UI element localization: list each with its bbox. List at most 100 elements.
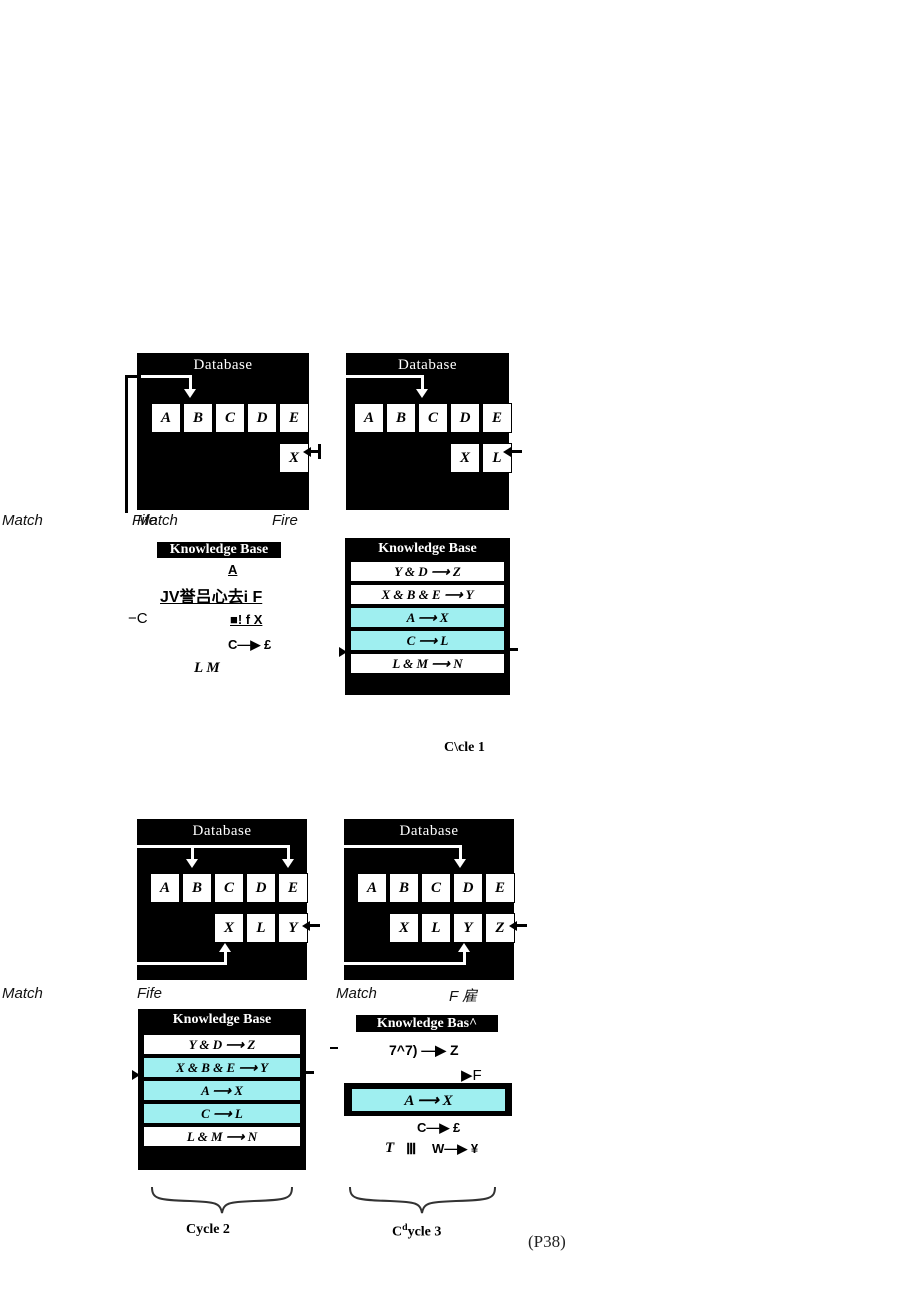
panel1-fire-stub bbox=[318, 444, 321, 459]
panel1-arrow-head-down bbox=[184, 389, 196, 398]
panel4-database: Database A B C D E X L Y Z bbox=[344, 819, 515, 980]
panel1-kb-line5: L M bbox=[194, 660, 220, 676]
cycle-3-caption: Cdycle 3 bbox=[392, 1222, 441, 1241]
panel1-feedback-line-v bbox=[125, 375, 128, 513]
panel2-rule-3: A ⟶ X bbox=[350, 607, 505, 628]
panel4-cell-e: E bbox=[485, 873, 515, 903]
panel1-kb-line3: ■! f X bbox=[230, 612, 263, 627]
panel2-kb-arrow-out bbox=[510, 648, 518, 651]
panel1-cell-d: D bbox=[247, 403, 277, 433]
panel1-label-fire-overlap: Fife bbox=[132, 512, 158, 529]
panel4-kb-highlighted-rule: A ⟶ X bbox=[351, 1088, 506, 1112]
panel3-bottom-line-v bbox=[224, 952, 227, 965]
panel4-database-title: Database bbox=[399, 823, 459, 839]
panel2-kb-title: Knowledge Base bbox=[378, 541, 477, 556]
panel1-kb-stray-left: −C bbox=[128, 610, 148, 627]
panel1-database: Database A B C D E X bbox=[137, 353, 309, 510]
panel4-kb-line4: C—▶ £ bbox=[417, 1120, 461, 1135]
panel2-cell-a: A bbox=[354, 403, 384, 433]
panel2-rule-1: Y & D ⟶ Z bbox=[350, 561, 505, 582]
panel1-cell-c: C bbox=[215, 403, 245, 433]
panel2-rule-2: X & B & E ⟶ Y bbox=[350, 584, 505, 605]
panel4-top-line-h bbox=[344, 845, 462, 848]
panel4-cell-c: C bbox=[421, 873, 451, 903]
panel3-rule-1: Y & D ⟶ Z bbox=[143, 1034, 301, 1055]
panel3-arrow-head-up-x bbox=[219, 943, 231, 952]
panel1-cell-e: E bbox=[279, 403, 309, 433]
panel2-rule-4: C ⟶ L bbox=[350, 630, 505, 651]
panel2-knowledge-base: Knowledge Base Y & D ⟶ Z X & B & E ⟶ Y A… bbox=[345, 538, 510, 695]
panel1-label-fire: Fire bbox=[272, 512, 298, 529]
cycle-2-caption: Cycle 2 bbox=[186, 1222, 230, 1237]
panel3-cell-l: L bbox=[246, 913, 276, 943]
panel3-database: Database A B C D E X L Y bbox=[137, 819, 308, 980]
panel3-rule-5: L & M ⟶ N bbox=[143, 1126, 301, 1147]
panel4-kb-line5-c: W—▶ ¥ bbox=[432, 1141, 479, 1156]
panel3-rule-3: A ⟶ X bbox=[143, 1080, 301, 1101]
panel2-database: Database A B C D E X L bbox=[346, 353, 512, 510]
panel3-arrow-head-down-e bbox=[282, 859, 294, 868]
cycle-3-prefix: C bbox=[392, 1224, 403, 1240]
panel3-cell-d: D bbox=[246, 873, 276, 903]
panel1-kb-line2: JV誉吕心去i F bbox=[160, 589, 263, 606]
panel4-label-fire-degraded: F 雇 bbox=[449, 988, 478, 1005]
panel4-bottom-line-h bbox=[344, 962, 466, 965]
panel4-kb-line5-a: T bbox=[385, 1140, 395, 1156]
page-number: (P38) bbox=[528, 1232, 566, 1251]
panel1-fire-arrowhead bbox=[303, 447, 311, 457]
cycle-2-brace bbox=[151, 1186, 293, 1214]
panel3-kb-rows: Y & D ⟶ Z X & B & E ⟶ Y A ⟶ X C ⟶ L L & … bbox=[143, 1034, 301, 1149]
panel2-cell-e: E bbox=[482, 403, 512, 433]
panel4-cell-y: Y bbox=[453, 913, 483, 943]
panel1-kb-line1: A bbox=[228, 562, 238, 577]
panel3-kb-arrow-out bbox=[306, 1071, 314, 1074]
panel3-cell-a: A bbox=[150, 873, 180, 903]
panel1-cell-a: A bbox=[151, 403, 181, 433]
panel4-kb-line1: 7^7) —▶ Z bbox=[389, 1042, 459, 1058]
panel3-rule-2: X & B & E ⟶ Y bbox=[143, 1057, 301, 1078]
panel1-database-title: Database bbox=[193, 357, 253, 373]
panel2-cell-x: X bbox=[450, 443, 480, 473]
panel3-arrow-head-down-b bbox=[186, 859, 198, 868]
panel1-kb-title-bar: Knowledge Base bbox=[157, 542, 281, 558]
panel3-cell-c: C bbox=[214, 873, 244, 903]
panel1-kb-line4: C—▶ £ bbox=[228, 637, 272, 652]
cycle-1-caption: C\cle 1 bbox=[444, 740, 485, 755]
panel2-kb-rows: Y & D ⟶ Z X & B & E ⟶ Y A ⟶ X C ⟶ L L & … bbox=[350, 561, 505, 676]
panel4-arrow-head-up-y bbox=[458, 943, 470, 952]
panel3-cell-e: E bbox=[278, 873, 308, 903]
panel3-label-match-left: Match bbox=[2, 985, 43, 1002]
panel1-arrow-line-h bbox=[139, 375, 192, 378]
panel2-cell-c: C bbox=[418, 403, 448, 433]
panel2-arrow-line-h bbox=[346, 375, 424, 378]
panel3-fire-arrowhead bbox=[302, 921, 310, 931]
panel3-database-title: Database bbox=[192, 823, 252, 839]
panel1-feedback-line-h bbox=[125, 375, 141, 378]
panel4-cell-x: X bbox=[389, 913, 419, 943]
panel4-cell-a: A bbox=[357, 873, 387, 903]
panel4-kb-stray-dash bbox=[330, 1047, 338, 1049]
panel2-fire-arrowhead bbox=[503, 447, 511, 457]
panel3-label-fire: Fife bbox=[137, 985, 163, 1002]
panel4-cell-l: L bbox=[421, 913, 451, 943]
panel2-cell-b: B bbox=[386, 403, 416, 433]
panel4-bottom-line-v bbox=[463, 952, 466, 965]
panel2-database-title: Database bbox=[398, 357, 457, 373]
panel4-label-match: Match bbox=[336, 985, 377, 1002]
panel2-arrow-head-down bbox=[416, 389, 428, 398]
panel2-cell-d: D bbox=[450, 403, 480, 433]
panel2-rule-5: L & M ⟶ N bbox=[350, 653, 505, 674]
cycle-3-brace bbox=[349, 1186, 496, 1214]
panel3-cell-b: B bbox=[182, 873, 212, 903]
panel4-fire-arrowhead bbox=[509, 921, 517, 931]
panel1-cell-b: B bbox=[183, 403, 213, 433]
panel1-label-match-left: Match bbox=[2, 512, 43, 529]
panel3-bottom-line-h bbox=[137, 962, 227, 965]
panel4-kb-title-bar: Knowledge Bas^ bbox=[356, 1015, 498, 1032]
cycle-3-rest: ycle 3 bbox=[407, 1224, 442, 1240]
panel4-kb-line5-b: Ⅲ bbox=[406, 1142, 417, 1158]
panel4-cell-d: D bbox=[453, 873, 483, 903]
panel3-kb-arrow-in bbox=[132, 1070, 140, 1080]
panel4-arrow-head-down-d bbox=[454, 859, 466, 868]
panel3-cell-x: X bbox=[214, 913, 244, 943]
